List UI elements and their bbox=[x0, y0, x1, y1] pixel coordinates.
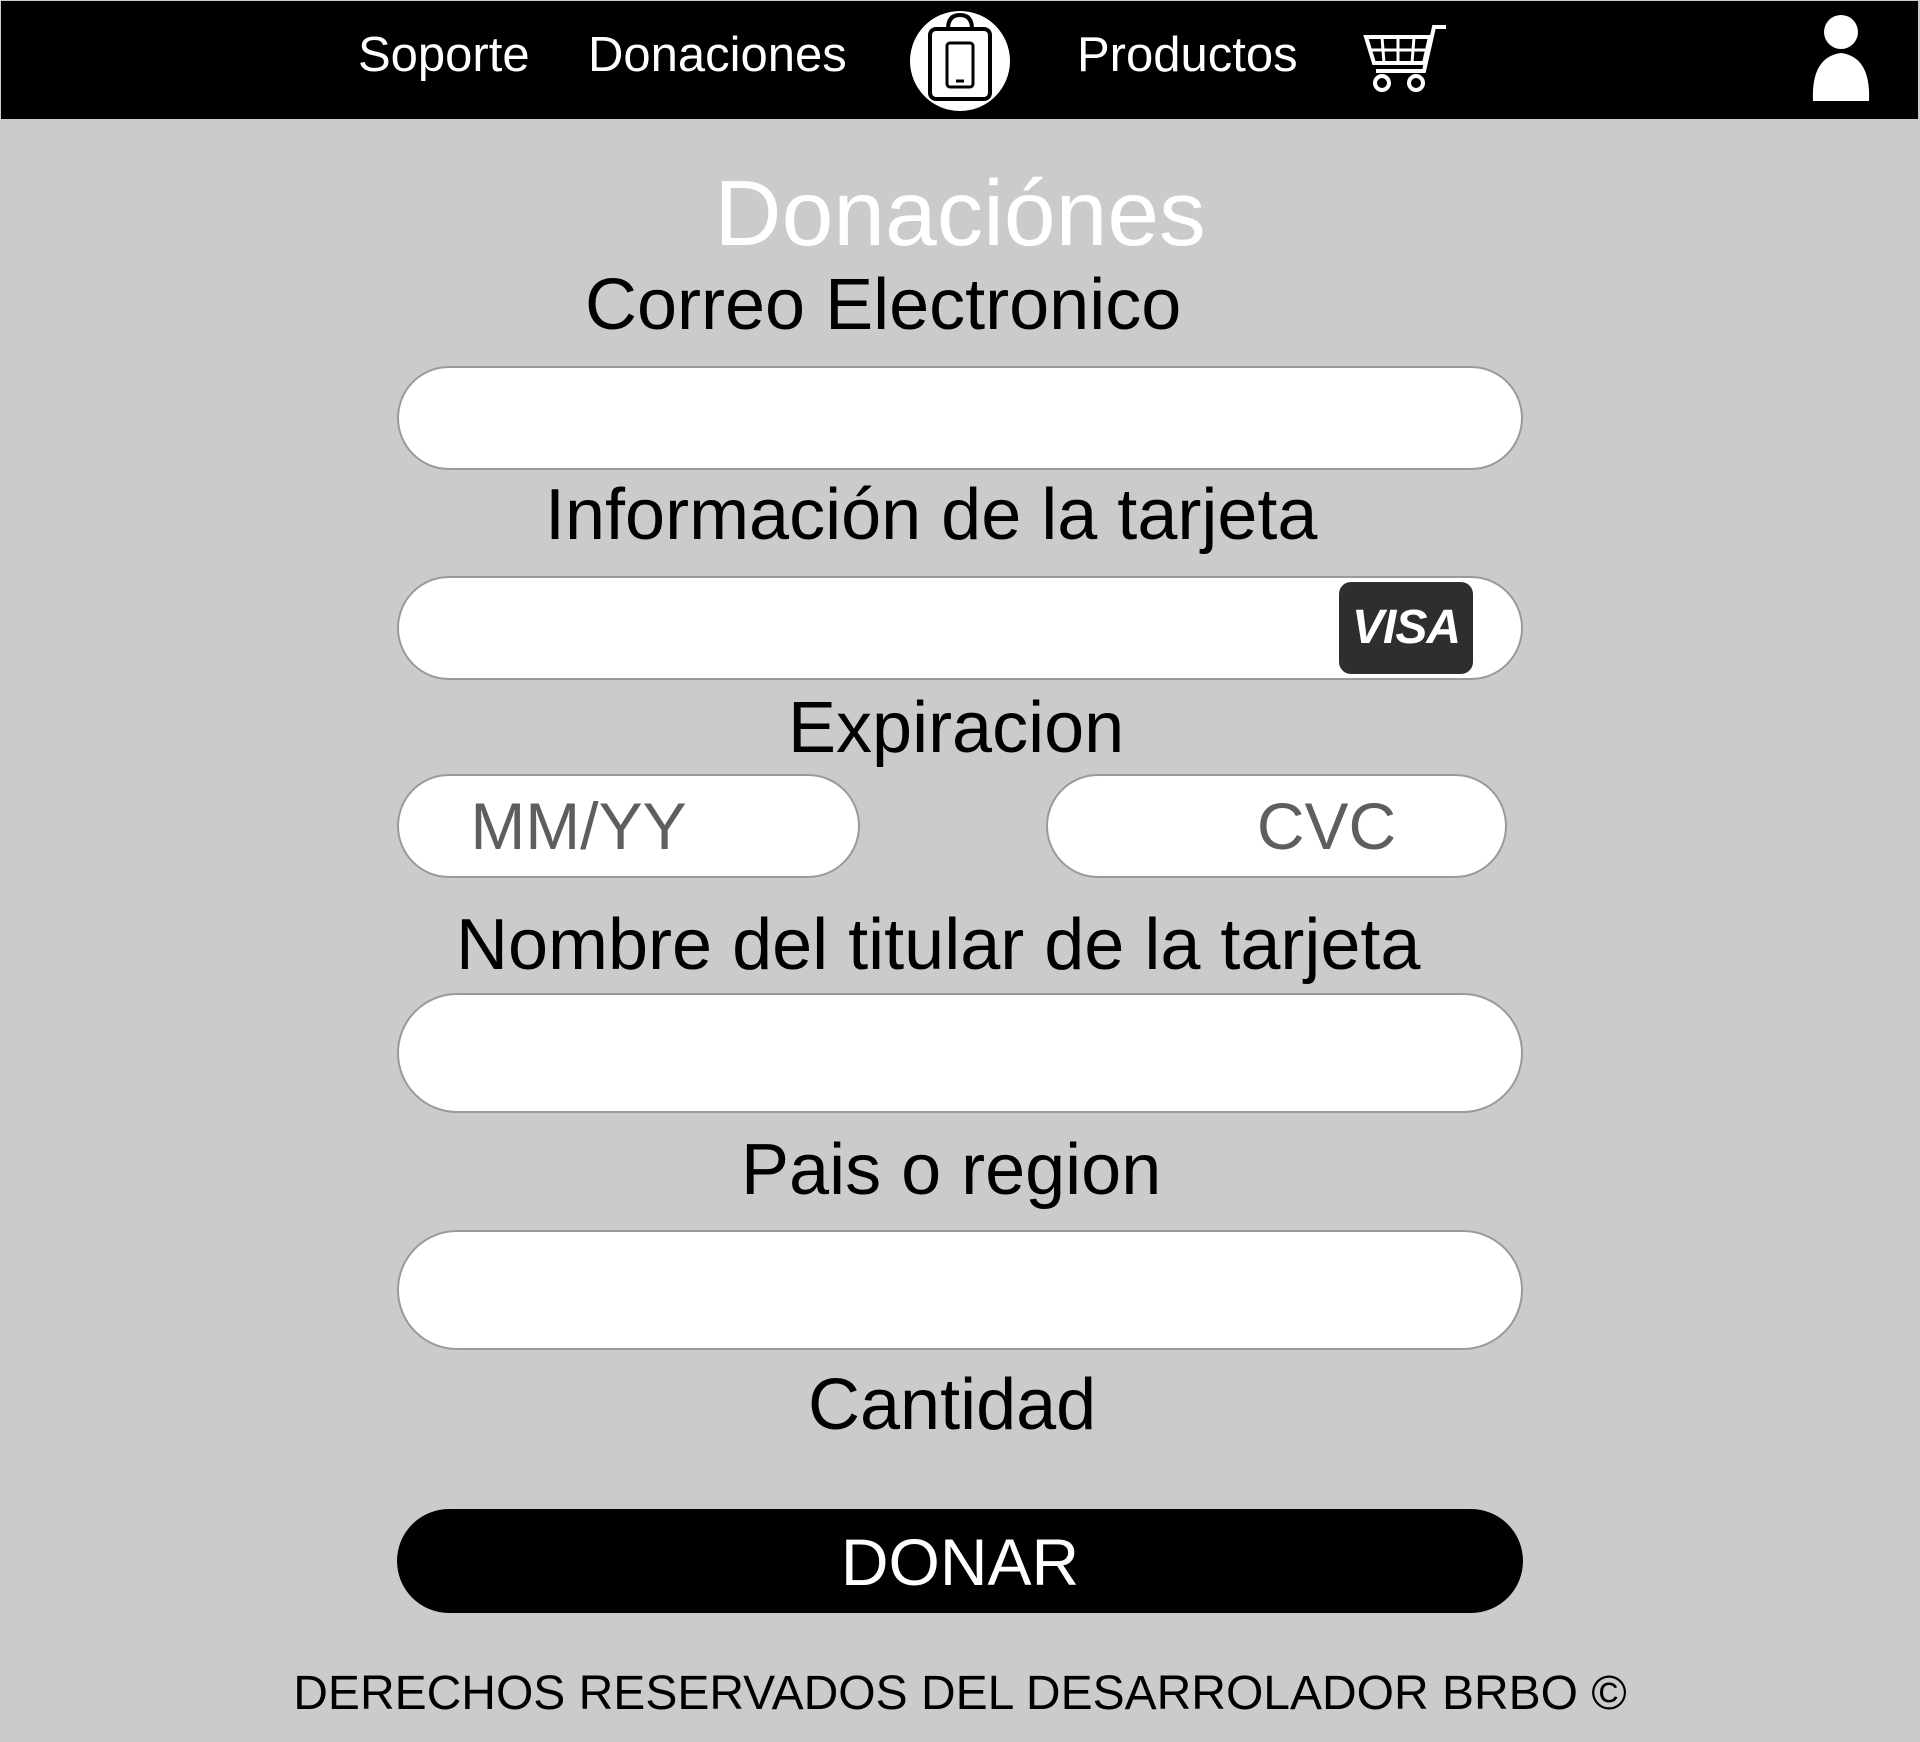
expiration-input[interactable] bbox=[419, 776, 738, 876]
country-label: Pais o region bbox=[741, 1130, 1162, 1210]
cvc-input[interactable] bbox=[1168, 776, 1485, 876]
shopping-cart-icon[interactable] bbox=[1362, 23, 1446, 95]
cvc-field-container bbox=[1046, 774, 1507, 878]
expiration-label: Expiracion bbox=[788, 688, 1125, 768]
nav-link-soporte[interactable]: Soporte bbox=[358, 23, 530, 87]
visa-card-icon: VISA bbox=[1339, 582, 1473, 674]
page-title: Donaciónes bbox=[714, 161, 1206, 265]
email-field-container bbox=[397, 366, 1523, 470]
card-holder-input[interactable] bbox=[439, 995, 1481, 1111]
expiration-field-container bbox=[397, 774, 860, 878]
card-holder-label: Nombre del titular de la tarjeta bbox=[456, 905, 1421, 985]
nav-link-productos[interactable]: Productos bbox=[1077, 23, 1298, 87]
card-holder-field-container bbox=[397, 993, 1523, 1113]
shopping-bag-phone-icon[interactable] bbox=[908, 9, 1012, 113]
email-input[interactable] bbox=[439, 368, 1481, 468]
country-field-container bbox=[397, 1230, 1523, 1350]
country-input[interactable] bbox=[439, 1232, 1481, 1348]
donate-button[interactable]: DONAR bbox=[397, 1509, 1523, 1613]
footer-copyright: DERECHOS RESERVADOS DEL DESARROLADOR BRB… bbox=[293, 1667, 1627, 1720]
email-label: Correo Electronico bbox=[585, 265, 1182, 345]
card-number-input[interactable] bbox=[439, 578, 1331, 678]
nav-link-donaciones[interactable]: Donaciones bbox=[588, 23, 847, 87]
card-number-field-container: VISA bbox=[397, 576, 1523, 680]
top-navbar: Soporte Donaciones Productos bbox=[1, 1, 1918, 119]
amount-label: Cantidad bbox=[808, 1365, 1097, 1445]
card-info-label: Información de la tarjeta bbox=[545, 475, 1318, 555]
user-icon[interactable] bbox=[1809, 13, 1873, 105]
